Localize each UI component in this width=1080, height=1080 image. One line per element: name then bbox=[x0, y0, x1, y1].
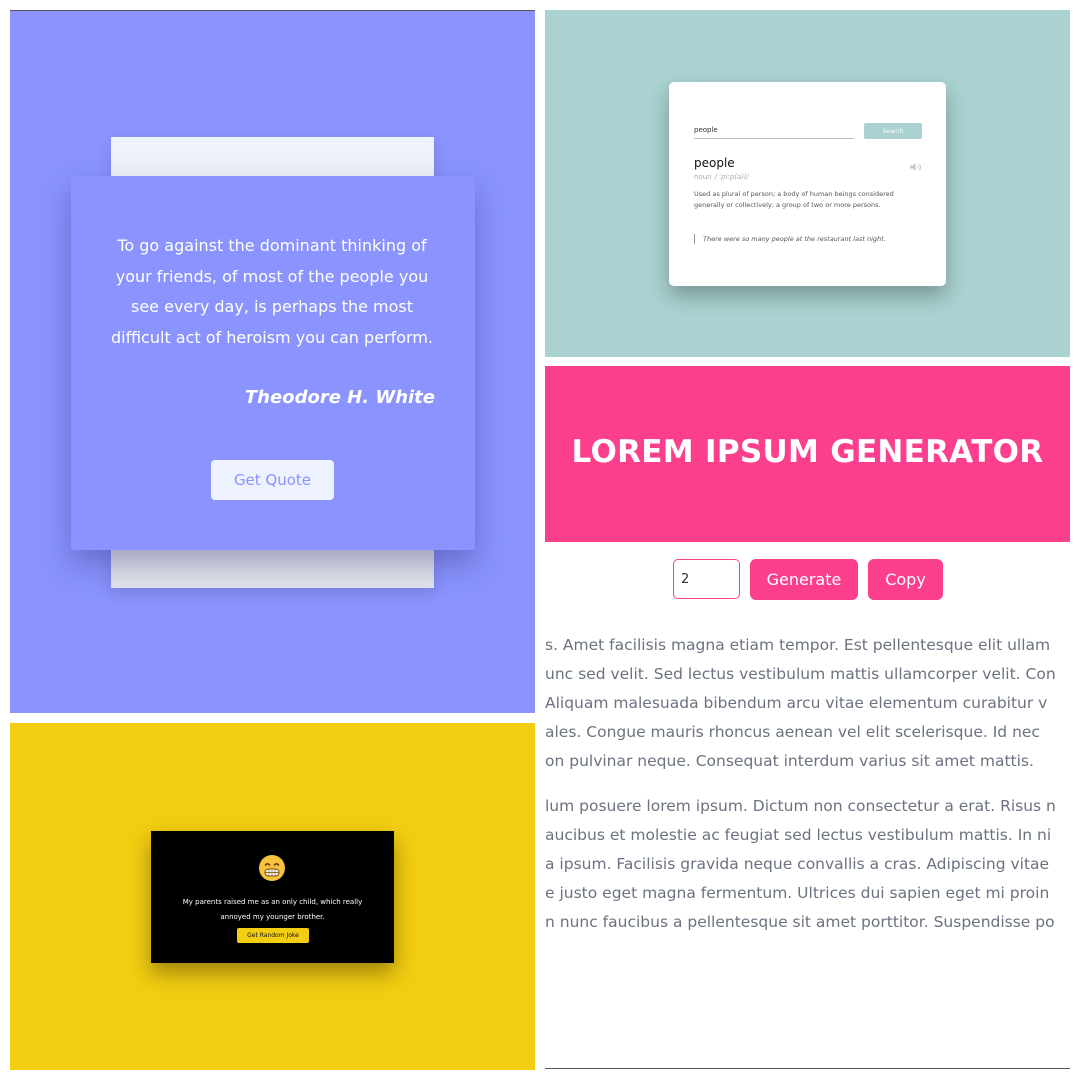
lorem-text-line: lum posuere lorem ipsum. Dictum non cons… bbox=[545, 797, 1056, 815]
grinning-face-icon bbox=[258, 854, 286, 882]
get-random-joke-button[interactable]: Get Random Joke bbox=[237, 928, 309, 943]
lorem-text-line: on pulvinar neque. Consequat interdum va… bbox=[545, 752, 1034, 770]
lorem-text-line: s. Amet facilisis magna etiam tempor. Es… bbox=[545, 636, 1051, 654]
part-of-speech: noun bbox=[694, 173, 712, 181]
quote-text: To go against the dominant thinking of y… bbox=[110, 236, 433, 347]
lorem-text-line: e justo eget magna fermentum. Ultrices d… bbox=[545, 884, 1050, 902]
lorem-header: LOREM IPSUM GENERATOR bbox=[545, 366, 1070, 542]
paragraph-count-input[interactable] bbox=[673, 559, 740, 599]
lorem-text-line: unc sed velit. Sed lectus vestibulum mat… bbox=[545, 665, 1056, 683]
quote-app-panel: To go against the dominant thinking of y… bbox=[10, 10, 535, 713]
definition-text: Used as plural of person; a body of huma… bbox=[694, 190, 894, 209]
lorem-text-line: Aliquam malesuada bibendum arcu vitae el… bbox=[545, 694, 1048, 712]
dictionary-word: people bbox=[694, 156, 735, 170]
joke-card: My parents raised me as an only child, w… bbox=[151, 831, 394, 963]
joke-app-panel: My parents raised me as an only child, w… bbox=[10, 723, 535, 1070]
dictionary-app-panel: Search people noun/ ˈpiːp(ə)l/ Used as p… bbox=[545, 10, 1070, 357]
quote-author: Theodore H. White bbox=[244, 387, 435, 408]
quote-card: To go against the dominant thinking of y… bbox=[71, 176, 475, 550]
lorem-text-line: a ipsum. Facilisis gravida neque convall… bbox=[545, 855, 1050, 873]
lorem-ipsum-app-panel: LOREM IPSUM GENERATOR Generate Copy s. A… bbox=[545, 366, 1070, 1069]
search-button[interactable]: Search bbox=[864, 123, 922, 139]
speaker-icon[interactable] bbox=[909, 157, 923, 171]
copy-button[interactable]: Copy bbox=[868, 559, 943, 600]
dictionary-card: Search people noun/ ˈpiːp(ə)l/ Used as p… bbox=[669, 82, 946, 286]
lorem-text-line: n nunc faucibus a pellentesque sit amet … bbox=[545, 913, 1055, 931]
search-input[interactable] bbox=[694, 122, 854, 139]
lorem-text-line: aucibus et molestie ac feugiat sed lectu… bbox=[545, 826, 1052, 844]
example-sentence: There were so many people at the restaur… bbox=[694, 234, 924, 244]
lorem-text-line: ales. Congue mauris rhoncus aenean vel e… bbox=[545, 723, 1040, 741]
lorem-title: LOREM IPSUM GENERATOR bbox=[571, 434, 1044, 470]
joke-text: My parents raised me as an only child, w… bbox=[182, 898, 363, 921]
phonetic: / ˈpiːp(ə)l/ bbox=[714, 173, 749, 181]
get-quote-button[interactable]: Get Quote bbox=[211, 460, 334, 500]
part-of-speech-line: noun / ˈpiːp(ə)l/ bbox=[694, 173, 748, 181]
generate-button[interactable]: Generate bbox=[750, 559, 858, 600]
